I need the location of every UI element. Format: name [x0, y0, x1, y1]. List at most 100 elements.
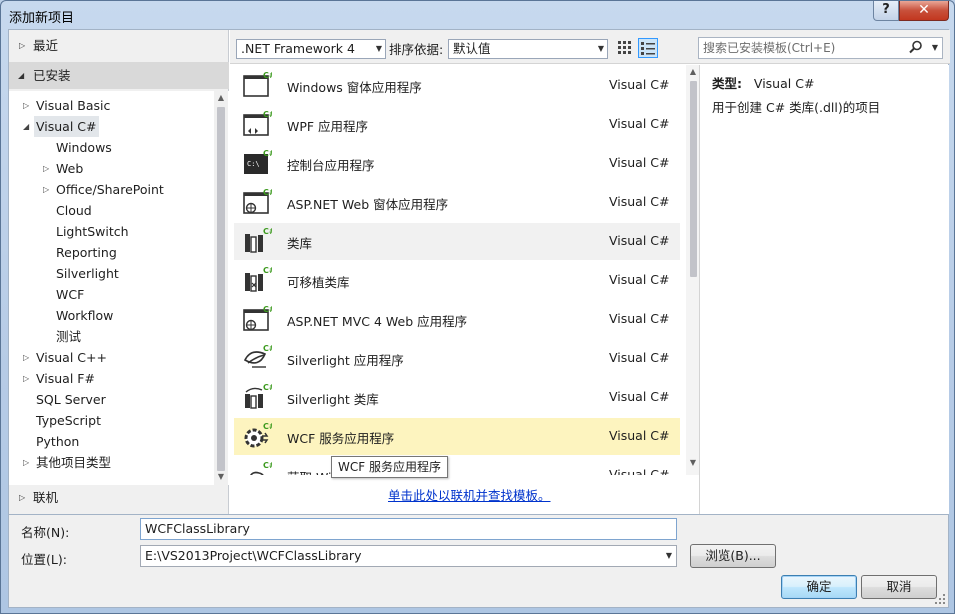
name-value: WCFClassLibrary: [145, 521, 250, 536]
scroll-down-icon[interactable]: ▼: [688, 458, 698, 467]
template-item[interactable]: C# WPF 应用程序 Visual C#: [234, 106, 680, 143]
template-item[interactable]: C#获取 Wi...... .NETVisual C#: [234, 457, 680, 475]
tree-item-label: Reporting: [56, 245, 117, 260]
template-language: Visual C#: [609, 116, 670, 131]
tree-item[interactable]: ▷ 其他项目类型: [9, 452, 214, 473]
template-name: Silverlight 应用程序: [287, 353, 404, 368]
tree-item-label: Workflow: [56, 308, 114, 323]
template-name: 类库: [287, 236, 313, 251]
section-installed[interactable]: ◢ 已安装: [9, 62, 229, 89]
tree-item-label: Windows: [56, 140, 112, 155]
svg-text:C#: C#: [263, 344, 272, 353]
template-item[interactable]: C# Silverlight 应用程序 Visual C#: [234, 340, 680, 377]
grid-view-button[interactable]: [615, 38, 635, 58]
template-item[interactable]: C# ASP.NET MVC 4 Web 应用程序 Visual C#: [234, 301, 680, 338]
template-item[interactable]: C# WCF 服务应用程序 Visual C#: [234, 418, 680, 455]
wpf-app-icon: C#: [242, 109, 276, 139]
template-item[interactable]: C# 可移植类库 Visual C#: [234, 262, 680, 299]
tree-item[interactable]: Cloud: [9, 200, 214, 221]
template-item[interactable]: C# ASP.NET Web 窗体应用程序 Visual C#: [234, 184, 680, 221]
template-name: 可移植类库: [287, 275, 350, 290]
tree-item[interactable]: ▷ Visual C++: [9, 347, 214, 368]
template-item[interactable]: C# 类库 Visual C#: [234, 223, 680, 260]
chevron-down-icon[interactable]: ▼: [666, 546, 672, 566]
cancel-button[interactable]: 取消: [861, 575, 937, 599]
template-name: WPF 应用程序: [287, 119, 369, 134]
template-toolbar: .NET Framework 4 ▼ 排序依据: 默认值 ▼ 搜索已安装模板(C…: [230, 30, 950, 64]
scroll-up-icon[interactable]: ▲: [688, 67, 698, 76]
template-language: Visual C#: [609, 272, 670, 287]
framework-select[interactable]: .NET Framework 4 ▼: [236, 39, 386, 59]
tree-item[interactable]: SQL Server: [9, 389, 214, 410]
template-name: 控制台应用程序: [287, 158, 375, 173]
svg-text:C#: C#: [263, 149, 272, 158]
svg-text:C#: C#: [263, 422, 272, 431]
expand-arrow-icon[interactable]: ▷: [43, 158, 53, 179]
tree-item-label: 其他项目类型: [36, 455, 112, 470]
category-tree: ▷ Visual Basic ◢ Visual C# Windows ▷ Web ▷ Offic…: [9, 91, 229, 485]
portable-library-icon: C#: [242, 265, 276, 295]
aspnet-mvc-icon: C#: [242, 304, 276, 334]
template-language: Visual C#: [609, 194, 670, 209]
expand-arrow-icon[interactable]: ▷: [23, 347, 33, 368]
class-library-icon: C#: [242, 226, 276, 256]
section-online-label: 联机: [33, 490, 59, 505]
close-button[interactable]: ✕: [899, 1, 949, 21]
expand-arrow-icon[interactable]: ▷: [43, 179, 53, 200]
details-panel: 类型: Visual C# 用于创建 C# 类库(.dll)的项目: [699, 65, 949, 514]
list-view-icon: [641, 42, 655, 55]
template-item[interactable]: C:\C# 控制台应用程序 Visual C#: [234, 145, 680, 182]
expand-arrow-icon[interactable]: ▷: [23, 452, 33, 473]
tree-item-label: 测试: [56, 329, 82, 344]
collapse-arrow-icon[interactable]: ◢: [23, 116, 33, 137]
scroll-thumb[interactable]: [690, 81, 697, 277]
expand-arrow-icon[interactable]: ▷: [23, 95, 33, 116]
project-form: 名称(N): WCFClassLibrary 位置(L): E:\VS2013P…: [8, 515, 949, 608]
chevron-down-icon: ▼: [375, 44, 382, 53]
sort-select[interactable]: 默认值 ▼: [448, 39, 608, 59]
windows-forms-icon: C#: [242, 70, 276, 100]
tree-item[interactable]: Windows: [9, 137, 214, 158]
list-view-button[interactable]: [638, 38, 658, 58]
tree-item[interactable]: 测试: [9, 326, 214, 347]
template-language: Visual C#: [609, 233, 670, 248]
tree-item[interactable]: ▷ Web: [9, 158, 214, 179]
location-field[interactable]: E:\VS2013Project\WCFClassLibrary ▼: [140, 545, 677, 567]
tree-item[interactable]: ▷ Office/SharePoint: [9, 179, 214, 200]
console-app-icon: C:\C#: [242, 148, 276, 178]
section-online[interactable]: ▷ 联机: [9, 487, 229, 508]
section-recent[interactable]: ▷ 最近: [9, 35, 229, 56]
ok-button[interactable]: 确定: [781, 575, 857, 599]
tree-item[interactable]: Reporting: [9, 242, 214, 263]
tree-item[interactable]: TypeScript: [9, 410, 214, 431]
title-bar[interactable]: 添加新项目 ? ✕: [1, 1, 954, 29]
tree-item[interactable]: ▷ Visual Basic: [9, 95, 214, 116]
name-field[interactable]: WCFClassLibrary: [140, 518, 677, 540]
help-icon: ?: [882, 2, 890, 17]
browse-button[interactable]: 浏览(B)...: [690, 544, 776, 568]
template-description: 用于创建 C# 类库(.dll)的项目: [712, 100, 881, 115]
expand-arrow-icon[interactable]: ▷: [23, 368, 33, 389]
sort-label: 排序依据:: [389, 42, 444, 57]
tree-item[interactable]: Workflow: [9, 305, 214, 326]
scroll-down-icon[interactable]: ▼: [216, 472, 226, 481]
chevron-down-icon[interactable]: ▼: [932, 38, 938, 58]
tree-item[interactable]: ▷ Visual F#: [9, 368, 214, 389]
search-icon[interactable]: [908, 39, 924, 55]
tree-item-label: LightSwitch: [56, 224, 129, 239]
tree-item[interactable]: LightSwitch: [9, 221, 214, 242]
template-language: Visual C#: [609, 350, 670, 365]
resize-grip-icon[interactable]: [934, 593, 946, 605]
template-item[interactable]: C# Silverlight 类库 Visual C#: [234, 379, 680, 416]
scroll-thumb[interactable]: [217, 107, 225, 471]
tree-item[interactable]: ◢ Visual C#: [9, 116, 214, 137]
category-scrollbar[interactable]: ▲ ▼: [214, 91, 228, 485]
tree-item[interactable]: WCF: [9, 284, 214, 305]
scroll-up-icon[interactable]: ▲: [216, 93, 226, 102]
tree-item[interactable]: Silverlight: [9, 263, 214, 284]
online-templates-link[interactable]: 单击此处以联机并查找模板。: [388, 485, 551, 504]
tree-item[interactable]: Python: [9, 431, 214, 452]
help-button[interactable]: ?: [873, 1, 899, 21]
template-item[interactable]: C# Windows 窗体应用程序 Visual C#: [234, 67, 680, 104]
search-input[interactable]: 搜索已安装模板(Ctrl+E) ▼: [698, 37, 943, 59]
